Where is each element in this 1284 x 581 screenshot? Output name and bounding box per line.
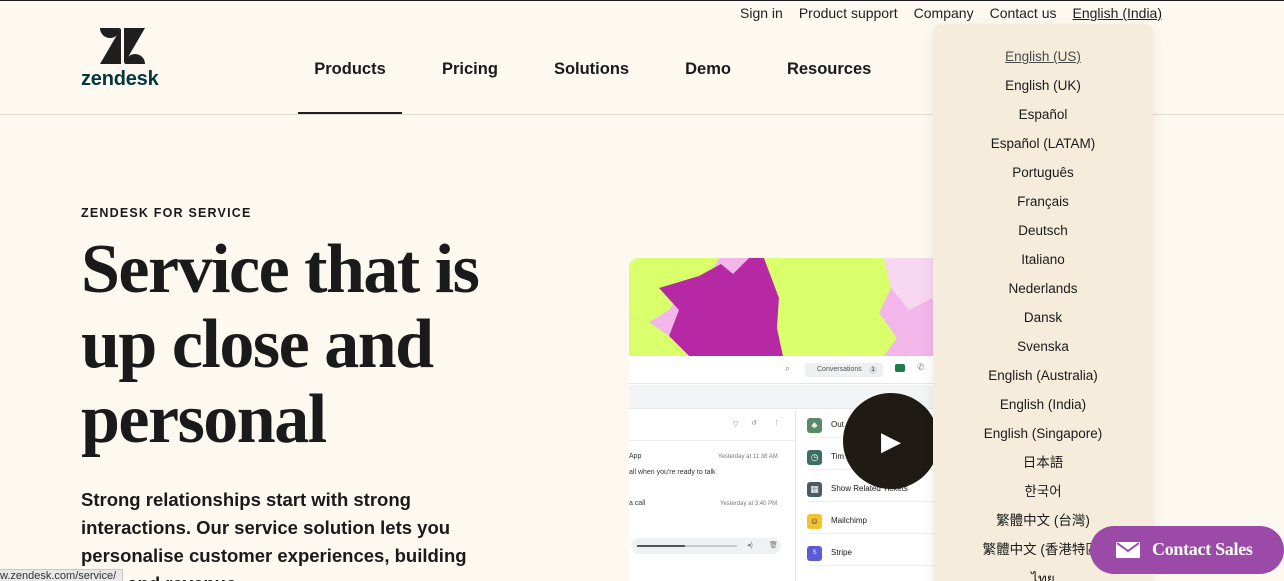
decorative-art [629, 258, 933, 356]
nav-demo[interactable]: Demo [685, 58, 731, 115]
utility-nav: Sign in Product support Company Contact … [740, 5, 1162, 23]
search-icon: ⌕ [785, 363, 791, 373]
audio-progress[interactable] [637, 545, 737, 547]
trash-icon[interactable]: 🗑 [769, 541, 778, 549]
app-label: Stripe [831, 548, 852, 557]
zendesk-logo[interactable]: zendesk [81, 28, 171, 90]
divider [629, 440, 796, 441]
nav-products[interactable]: Products [298, 58, 402, 115]
language-option-da[interactable]: Dansk [933, 309, 1153, 338]
language-option-sv[interactable]: Svenska [933, 338, 1153, 367]
mailchimp-icon: ☺ [807, 514, 822, 529]
message-2-text: all when you're ready to talk [629, 469, 716, 476]
nav-resources[interactable]: Resources [787, 58, 871, 115]
company-link[interactable]: Company [914, 5, 974, 23]
main-nav: Products Pricing Solutions Demo Resource… [298, 58, 871, 115]
browser-status-bar: w.zendesk.com/service/ [0, 569, 124, 581]
language-option-pt[interactable]: Português [933, 164, 1153, 193]
phone-icon[interactable]: ✆ [917, 362, 925, 373]
hero-title: Service that is up close and personal [81, 231, 480, 458]
language-option-en-us[interactable]: English (US) [933, 48, 1153, 77]
app-label: Mailchimp [831, 516, 868, 525]
contact-sales-button[interactable]: Contact Sales [1090, 526, 1284, 574]
language-option-ko[interactable]: 한국어 [933, 483, 1153, 512]
language-option-en-sg[interactable]: English (Singapore) [933, 425, 1153, 454]
volume-icon[interactable]: ◂) [747, 541, 753, 549]
play-video-button[interactable]: ▶ [843, 393, 939, 489]
hero-body: Strong relationships start with strong i… [81, 489, 467, 581]
message-3-time: Yesterday at 3:40 PM [720, 501, 778, 507]
conversation-panel: ▽ ↺ ⋮ App Yesterday at 11:38 AM all when… [629, 410, 796, 581]
filter-icon[interactable]: ▽ [733, 420, 738, 428]
contact-us-link[interactable]: Contact us [990, 5, 1057, 23]
message-1-time: Yesterday at 11:38 AM [718, 454, 778, 460]
message-3-text: a call [629, 500, 646, 507]
nav-solutions[interactable]: Solutions [554, 58, 629, 115]
audio-player[interactable]: ◂) [631, 538, 781, 554]
top-border [0, 0, 1284, 1]
app-row[interactable]: ☺ Mailchimp [807, 510, 933, 534]
more-icon[interactable]: ⋮ [773, 419, 780, 427]
conversations-pill[interactable]: Conversations 1 [805, 363, 883, 377]
language-option-en-au[interactable]: English (Australia) [933, 367, 1153, 396]
app-row[interactable]: S Stripe [807, 542, 933, 566]
product-support-link[interactable]: Product support [799, 5, 898, 23]
language-dropdown: English (US) English (UK) Español Españo… [933, 24, 1153, 581]
history-icon[interactable]: ↺ [751, 419, 757, 427]
hero-eyebrow: ZENDESK FOR SERVICE [81, 206, 252, 220]
language-option-en-in[interactable]: English (India) [933, 396, 1153, 425]
mail-icon [1116, 542, 1140, 558]
logo-wordmark: zendesk [81, 68, 159, 90]
contact-sales-label: Contact Sales [1152, 539, 1253, 559]
stripe-icon: S [807, 546, 822, 561]
language-option-de[interactable]: Deutsch [933, 222, 1153, 251]
message-1-text: App [629, 453, 642, 460]
app-label: Tim [831, 452, 845, 461]
language-list: English (US) English (UK) Español Españo… [933, 48, 1153, 581]
timer-icon: ◷ [807, 450, 822, 465]
conversations-label: Conversations [817, 366, 862, 373]
sign-in-link[interactable]: Sign in [740, 5, 783, 23]
zendesk-logo-icon [100, 28, 145, 64]
language-option-ja[interactable]: 日本語 [933, 454, 1153, 483]
language-selector[interactable]: English (India) [1073, 5, 1163, 23]
mock-toolbar: ⌕ Conversations 1 ✆ [629, 356, 933, 384]
chat-icon[interactable] [895, 364, 905, 372]
nav-pricing[interactable]: Pricing [442, 58, 498, 115]
palm-tree-icon: ♣ [807, 418, 822, 433]
play-icon: ▶ [881, 426, 901, 456]
language-option-es[interactable]: Español [933, 106, 1153, 135]
language-option-nl[interactable]: Nederlands [933, 280, 1153, 309]
language-option-fr[interactable]: Français [933, 193, 1153, 222]
grid-icon: ▦ [807, 482, 822, 497]
conversations-count: 1 [869, 366, 877, 374]
language-option-it[interactable]: Italiano [933, 251, 1153, 280]
language-option-es-latam[interactable]: Español (LATAM) [933, 135, 1153, 164]
app-label: Out [831, 420, 844, 429]
language-option-en-uk[interactable]: English (UK) [933, 77, 1153, 106]
